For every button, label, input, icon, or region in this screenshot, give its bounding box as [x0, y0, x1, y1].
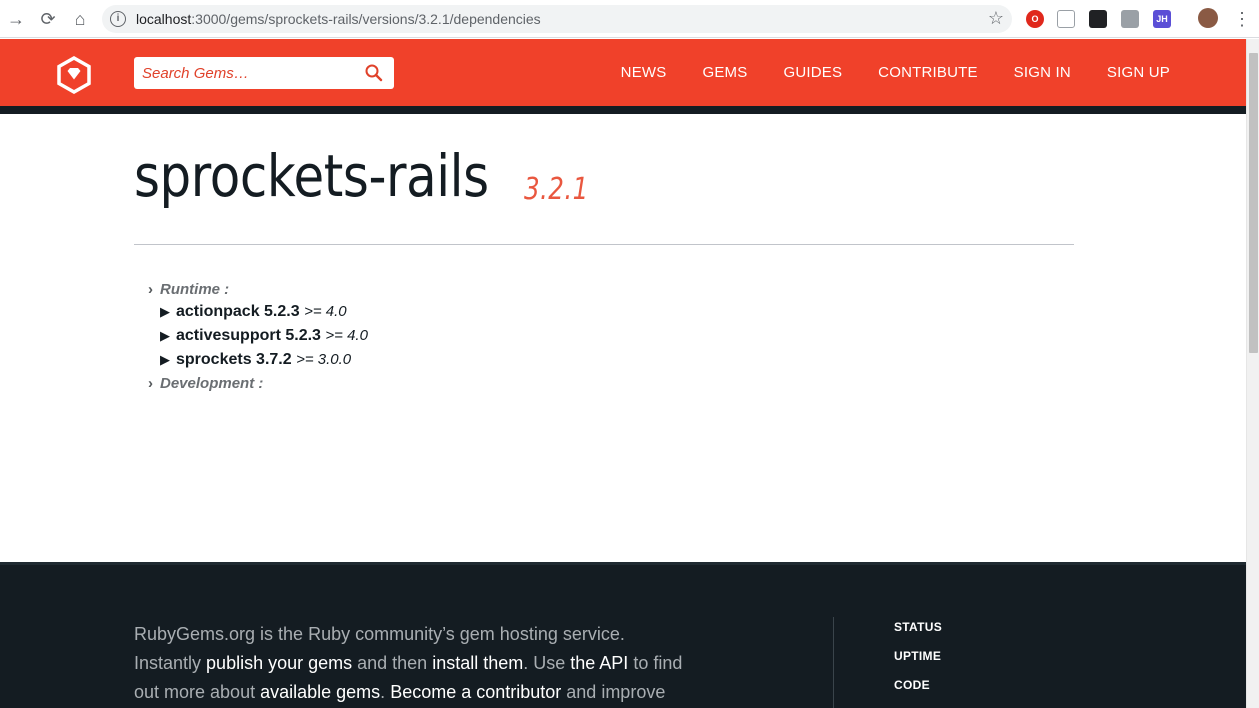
dependency-item[interactable]: ▶ actionpack 5.2.3 >= 4.0 — [160, 303, 347, 321]
nav-news[interactable]: NEWS — [621, 64, 667, 81]
disclosure-triangle-icon: ▶ — [160, 328, 170, 343]
dependency-name[interactable]: actionpack 5.2.3 — [176, 303, 300, 320]
publish-gems-link[interactable]: publish your gems — [206, 653, 352, 673]
search-box — [134, 57, 394, 89]
nav-sign-in[interactable]: SIGN IN — [1014, 64, 1071, 81]
dependency-name[interactable]: activesupport 5.2.3 — [176, 327, 321, 344]
runtime-toggle[interactable]: › Runtime : — [148, 281, 229, 298]
site-footer: RubyGems.org is the Ruby community’s gem… — [0, 562, 1246, 708]
bookmark-star-icon[interactable]: ☆ — [988, 8, 1004, 29]
footer-divider — [833, 617, 834, 708]
footer-description: RubyGems.org is the Ruby community’s gem… — [134, 624, 683, 702]
dependency-item[interactable]: ▶ sprockets 3.7.2 >= 3.0.0 — [160, 351, 351, 369]
footer-link-code[interactable]: CODE — [894, 677, 942, 706]
jh-extension-icon[interactable]: JH — [1153, 10, 1171, 28]
api-link[interactable]: the API — [570, 653, 628, 673]
rubygems-logo-icon[interactable] — [56, 56, 92, 94]
disclosure-triangle-icon: ▶ — [160, 352, 170, 367]
search-input[interactable] — [134, 57, 359, 89]
chevron-right-icon: › — [148, 281, 153, 298]
browser-menu-icon[interactable]: ⋮ — [1233, 8, 1251, 30]
mask-icon[interactable] — [1089, 10, 1107, 28]
dependency-requirement: >= 3.0.0 — [296, 351, 352, 368]
disclosure-triangle-icon: ▶ — [160, 304, 170, 319]
dependency-item[interactable]: ▶ activesupport 5.2.3 >= 4.0 — [160, 327, 368, 345]
dependency-requirement: >= 4.0 — [304, 303, 347, 320]
gem-name: sprockets-rails — [134, 142, 489, 210]
dependency-name[interactable]: sprockets 3.7.2 — [176, 351, 292, 368]
keyboard-icon[interactable] — [1121, 10, 1139, 28]
chevron-right-icon: › — [148, 375, 153, 392]
info-icon[interactable]: i — [110, 11, 126, 27]
nav-sign-up[interactable]: SIGN UP — [1107, 64, 1170, 81]
main-nav: NEWS GEMS GUIDES CONTRIBUTE SIGN IN SIGN… — [585, 64, 1170, 81]
footer-link-uptime[interactable]: UPTIME — [894, 648, 942, 677]
footer-link-status[interactable]: STATUS — [894, 619, 942, 648]
home-icon[interactable]: ⌂ — [69, 8, 91, 30]
footer-links: STATUS UPTIME CODE — [894, 619, 942, 706]
site-header: NEWS GEMS GUIDES CONTRIBUTE SIGN IN SIGN… — [0, 39, 1246, 106]
header-divider-band — [0, 106, 1246, 114]
search-icon[interactable] — [364, 63, 384, 83]
become-contributor-link[interactable]: Become a contributor — [390, 682, 561, 702]
reload-icon[interactable]: ⟳ — [37, 8, 59, 30]
nav-contribute[interactable]: CONTRIBUTE — [878, 64, 978, 81]
development-label: Development : — [160, 375, 264, 392]
address-url[interactable]: localhost:3000/gems/sprockets-rails/vers… — [136, 11, 541, 27]
browser-toolbar: → ⟳ ⌂ i localhost:3000/gems/sprockets-ra… — [0, 0, 1259, 38]
profile-avatar[interactable] — [1198, 8, 1218, 28]
page-scrollbar[interactable] — [1246, 39, 1259, 708]
available-gems-link[interactable]: available gems — [260, 682, 380, 702]
title-divider — [134, 244, 1074, 245]
nav-gems[interactable]: GEMS — [702, 64, 747, 81]
development-toggle[interactable]: › Development : — [148, 375, 263, 392]
scrollbar-thumb[interactable] — [1249, 53, 1258, 353]
dependency-requirement: >= 4.0 — [325, 327, 368, 344]
nav-guides[interactable]: GUIDES — [783, 64, 842, 81]
back-arrow-icon[interactable]: → — [5, 8, 27, 30]
opera-icon[interactable]: O — [1026, 10, 1044, 28]
clipboard-icon[interactable] — [1057, 10, 1075, 28]
install-gems-link[interactable]: install them — [432, 653, 523, 673]
gem-version: 3.2.1 — [524, 172, 589, 207]
runtime-label: Runtime : — [160, 281, 230, 298]
address-bar[interactable]: i localhost:3000/gems/sprockets-rails/ve… — [102, 5, 1012, 33]
